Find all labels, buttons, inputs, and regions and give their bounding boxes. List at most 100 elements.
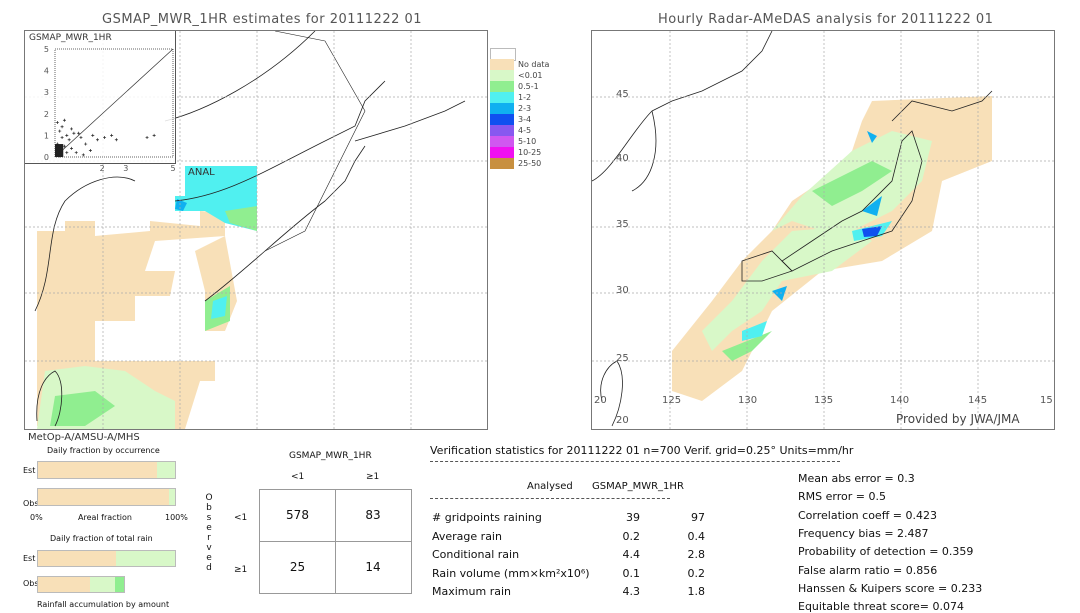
legend-item: 1-2 <box>490 92 570 103</box>
legend-item: 4-5 <box>490 125 570 136</box>
scatter-point <box>60 125 64 129</box>
scatter-y-tick: 5 <box>44 45 49 54</box>
scatter-point <box>95 138 99 142</box>
occurrence-obs-bar <box>37 488 176 506</box>
color-legend: No data <0.01 0.5-1 1-2 2-3 3-4 4-5 5-10 10-25 25… <box>490 48 570 169</box>
col-est-header: GSMAP_MWR_1HR <box>592 481 684 492</box>
legend-item <box>490 48 570 61</box>
observed-letter: r <box>207 533 211 543</box>
scatter-point <box>91 133 95 137</box>
legend-item: 10-25 <box>490 147 570 158</box>
lat-tick: 45 <box>616 89 629 100</box>
scatter-point <box>79 136 83 140</box>
legend-label: 10-25 <box>518 148 542 157</box>
lat-tick: 30 <box>616 285 629 296</box>
lon-tick: 125 <box>662 395 682 406</box>
occurrence-est-bar <box>37 461 176 479</box>
scatter-point <box>110 133 114 137</box>
verification-score: Probability of detection = 0.359 <box>798 545 974 559</box>
legend-swatch <box>490 92 514 103</box>
verification-score: Frequency bias = 2.487 <box>798 526 929 540</box>
scatter-x-tick: 3 <box>123 164 128 173</box>
divider <box>430 461 840 462</box>
verification-score: Hanssen & Kuipers score = 0.233 <box>798 581 983 595</box>
lat-tick: 40 <box>616 153 629 164</box>
scatter-point <box>114 138 118 142</box>
scatter-point <box>84 142 88 146</box>
verification-est: 0.2 <box>687 566 706 580</box>
scatter-point <box>74 151 78 155</box>
scatter-point <box>152 133 156 137</box>
legend-swatch <box>490 125 514 136</box>
scatter-point <box>65 151 69 155</box>
contingency-cell: 14 <box>365 560 381 574</box>
legend-swatch <box>490 70 514 81</box>
left-map: GSMAP_MWR_1HR 543210235 ANAL <box>24 30 488 430</box>
scatter-x-tick: 5 <box>170 164 175 173</box>
verification-label: Conditional rain <box>432 548 520 561</box>
legend-item: No data <box>490 59 570 70</box>
observed-label: Observed <box>204 493 214 573</box>
scatter-point <box>81 153 85 157</box>
contingency-cell: 25 <box>289 560 306 574</box>
one-to-one-line <box>54 48 174 158</box>
verification-score: RMS error = 0.5 <box>798 490 886 504</box>
col-analysed-header: Analysed <box>527 481 573 492</box>
est-label: Est <box>23 554 36 563</box>
scatter-y-tick: 1 <box>44 131 49 140</box>
scatter-x-tick: 2 <box>100 164 105 173</box>
scatter-point <box>145 136 149 140</box>
verification-label: Rain volume (mm×km²x10⁶) <box>432 566 590 580</box>
legend-label: 25-50 <box>518 159 542 168</box>
verification-score: Mean abs error = 0.3 <box>798 472 915 485</box>
scatter-point <box>58 129 62 133</box>
scatter-point <box>103 136 107 140</box>
legend-label: 0.5-1 <box>518 82 539 91</box>
scatter-point <box>70 146 74 150</box>
verification-score: Correlation coeff = 0.423 <box>798 508 937 522</box>
left-map-title: GSMAP_MWR_1HR estimates for 20111222 01 <box>102 12 423 27</box>
scatter-inset: GSMAP_MWR_1HR 543210235 <box>25 31 176 173</box>
verification-est: 1.8 <box>687 585 706 598</box>
contingency-cell: 578 <box>286 508 309 522</box>
scatter-point <box>62 118 66 122</box>
scatter-point <box>67 138 71 142</box>
scatter-point-cluster <box>55 144 64 157</box>
right-map: 45 40 35 30 25 20 20 125 130 135 140 145… <box>591 30 1055 430</box>
est-label: Est <box>23 466 36 475</box>
legend-item: 0.5-1 <box>490 81 570 92</box>
contingency-col-label: ≥1 <box>366 472 380 482</box>
scatter-point <box>65 133 69 137</box>
accumulation-title: Rainfall accumulation by amount <box>37 600 170 609</box>
legend-label: 1-2 <box>518 93 532 102</box>
lat-tick: 35 <box>616 219 629 230</box>
scatter-x-label: ANAL <box>188 167 215 178</box>
verification-header: Verification statistics for 20111222 01 … <box>430 444 854 457</box>
verification-analysed: 39 <box>626 511 640 524</box>
scatter-point <box>72 131 76 135</box>
verification-label: Maximum rain <box>432 585 511 598</box>
legend-item: 25-50 <box>490 158 570 169</box>
verification-est: 97 <box>691 511 705 524</box>
sensor-label: MetOp-A/AMSU-A/MHS <box>28 432 140 443</box>
contingency-row-label: ≥1 <box>234 565 248 575</box>
coastline <box>354 100 466 142</box>
legend-item: 2-3 <box>490 103 570 114</box>
verification-label: Average rain <box>432 529 502 543</box>
lon-tick: 145 <box>968 395 988 406</box>
legend-label: 2-3 <box>518 104 532 113</box>
contingency-col-label: <1 <box>291 472 305 482</box>
lon-tick: 140 <box>890 395 910 406</box>
lon-tick: 135 <box>814 395 834 406</box>
scatter-point <box>88 149 92 153</box>
verification-analysed: 0.1 <box>622 566 641 580</box>
legend-swatch <box>490 103 514 114</box>
observed-letter: s <box>206 513 212 523</box>
scatter-y-tick: 2 <box>44 110 49 119</box>
legend-label: <0.01 <box>518 71 543 80</box>
lon-tick: 20 <box>594 395 607 406</box>
legend-item: <0.01 <box>490 70 570 81</box>
lat-tick: 20 <box>616 415 629 426</box>
scatter-y-tick: 4 <box>44 67 49 76</box>
scatter-point <box>55 120 59 124</box>
